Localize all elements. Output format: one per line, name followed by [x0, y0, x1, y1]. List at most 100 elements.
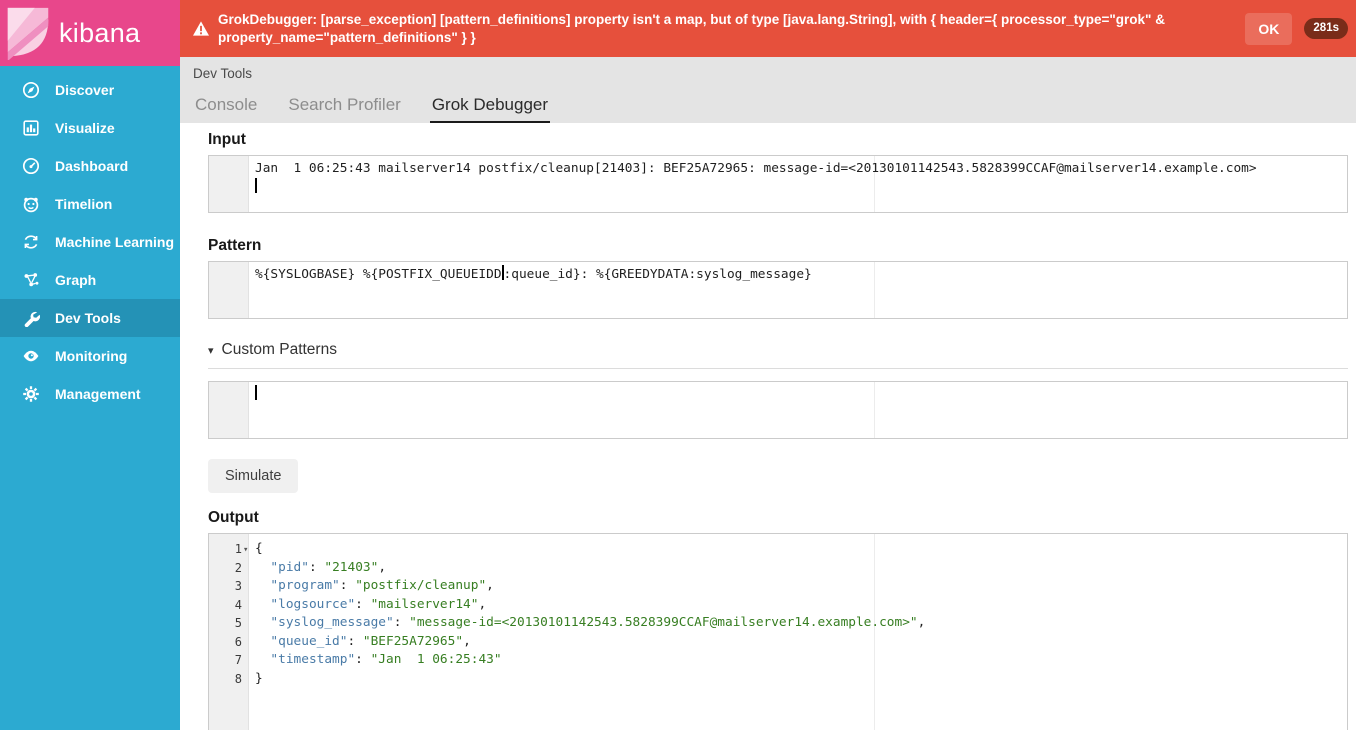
custom-patterns-editor-gutter [209, 382, 249, 438]
pattern-text-before-cursor: %{SYSLOGBASE} %{POSTFIX_QUEUEIDD [255, 267, 502, 282]
json-string: "message-id=<20130101142543.5828399CCAF@… [409, 615, 918, 630]
pattern-text-after-cursor: :queue_id}: %{GREEDYDATA:syslog_message} [504, 267, 812, 282]
custom-patterns-toggle[interactable]: ▾ Custom Patterns [208, 341, 1348, 359]
kibana-app: kibana Discover Visualize Dashboard Timelio… [0, 0, 1356, 730]
tab-console[interactable]: Console [193, 95, 259, 123]
line-number: 1 [209, 540, 242, 559]
tab-bar: Console Search Profiler Grok Debugger [193, 95, 577, 123]
json-punctuation: , [918, 615, 926, 630]
input-line-1: Jan 1 06:25:43 mailserver14 postfix/clea… [255, 159, 1342, 178]
custom-patterns-label: Custom Patterns [222, 341, 337, 359]
input-label: Input [208, 131, 1348, 149]
output-code-line: 6 "queue_id": "BEF25A72965", [255, 633, 1342, 652]
sidebar-item-label: Management [55, 386, 141, 402]
wrench-icon [22, 309, 40, 327]
json-punctuation: : [355, 597, 370, 612]
divider [208, 368, 1348, 369]
chevron-down-icon: ▾ [208, 344, 214, 357]
output-editor[interactable]: 1▾{2 "pid": "21403",3 "program": "postfi… [208, 533, 1348, 730]
json-string: "21403" [324, 560, 378, 575]
sidebar-item-label: Discover [55, 82, 114, 98]
line-number: 6 [209, 633, 242, 652]
breadcrumb: Dev Tools [193, 66, 1356, 81]
bar-chart-icon [22, 119, 40, 137]
json-string: "BEF25A72965" [363, 634, 463, 649]
input-editor[interactable]: Jan 1 06:25:43 mailserver14 postfix/clea… [208, 155, 1348, 213]
json-punctuation: { [255, 541, 263, 556]
sidebar-item-machine-learning[interactable]: Machine Learning [0, 223, 180, 261]
kibana-logo-icon [5, 6, 51, 60]
custom-patterns-editor-code [250, 382, 1347, 407]
fold-caret-icon[interactable]: ▾ [243, 541, 248, 560]
timelion-face-icon [22, 195, 40, 213]
json-string: "Jan 1 06:25:43" [371, 652, 502, 667]
json-string: "mailserver14" [371, 597, 479, 612]
json-punctuation [255, 578, 270, 593]
gear-icon [22, 385, 40, 403]
json-punctuation: , [486, 578, 494, 593]
sidebar-item-label: Monitoring [55, 348, 127, 364]
json-string: "postfix/cleanup" [355, 578, 486, 593]
custom-patterns-editor[interactable] [208, 381, 1348, 439]
json-punctuation: : [340, 578, 355, 593]
line-number: 3 [209, 577, 242, 596]
text-cursor [255, 385, 257, 400]
output-code-line: 4 "logsource": "mailserver14", [255, 596, 1342, 615]
pattern-line-1: %{SYSLOGBASE} %{POSTFIX_QUEUEIDD:queue_i… [255, 265, 1342, 284]
simulate-button[interactable]: Simulate [208, 459, 298, 493]
line-number: 2 [209, 559, 242, 578]
compass-icon [22, 81, 40, 99]
json-punctuation [255, 560, 270, 575]
output-code-line: 5 "syslog_message": "message-id=<2013010… [255, 614, 1342, 633]
sidebar-item-dev-tools[interactable]: Dev Tools [0, 299, 180, 337]
pattern-editor[interactable]: %{SYSLOGBASE} %{POSTFIX_QUEUEIDD:queue_i… [208, 261, 1348, 319]
output-code-line: 8} [255, 670, 1342, 689]
ok-button[interactable]: OK [1245, 13, 1292, 45]
json-punctuation: , [478, 597, 486, 612]
sidebar-item-visualize[interactable]: Visualize [0, 109, 180, 147]
node-graph-icon [22, 271, 40, 289]
json-punctuation: , [378, 560, 386, 575]
json-punctuation: : [309, 560, 324, 575]
output-code-line: 1▾{ [255, 540, 1342, 559]
sidebar-item-timelion[interactable]: Timelion [0, 185, 180, 223]
sidebar-item-label: Timelion [55, 196, 112, 212]
input-editor-gutter [209, 156, 249, 212]
json-punctuation [255, 615, 270, 630]
gauge-icon [22, 157, 40, 175]
sidebar-item-label: Dev Tools [55, 310, 121, 326]
sidebar-item-monitoring[interactable]: Monitoring [0, 337, 180, 375]
tab-search-profiler[interactable]: Search Profiler [286, 95, 402, 123]
dev-tools-header: Dev Tools Console Search Profiler Grok Deb… [180, 57, 1356, 123]
sidebar-item-label: Visualize [55, 120, 115, 136]
sidebar-item-label: Graph [55, 272, 96, 288]
line-number: 8 [209, 670, 242, 689]
sidebar-item-graph[interactable]: Graph [0, 261, 180, 299]
json-key: "timestamp" [270, 652, 355, 667]
pattern-editor-gutter [209, 262, 249, 318]
sidebar-item-label: Dashboard [55, 158, 128, 174]
sidebar-item-label: Machine Learning [55, 234, 174, 250]
kibana-logo[interactable]: kibana [0, 0, 180, 66]
sidebar-item-management[interactable]: Management [0, 375, 180, 413]
input-line-2 [255, 178, 1342, 197]
json-punctuation: : [355, 652, 370, 667]
line-number: 5 [209, 614, 242, 633]
kibana-logo-text: kibana [59, 18, 140, 49]
output-code-line: 3 "program": "postfix/cleanup", [255, 577, 1342, 596]
sidebar-item-dashboard[interactable]: Dashboard [0, 147, 180, 185]
json-key: "syslog_message" [270, 615, 393, 630]
tab-grok-debugger[interactable]: Grok Debugger [430, 95, 550, 123]
eye-icon [22, 347, 40, 365]
json-key: "queue_id" [270, 634, 347, 649]
timer-badge: 281s [1304, 18, 1348, 39]
json-punctuation [255, 597, 270, 612]
text-cursor [255, 178, 257, 193]
json-key: "pid" [270, 560, 309, 575]
sidebar-item-discover[interactable]: Discover [0, 71, 180, 109]
json-key: "logsource" [270, 597, 355, 612]
json-key: "program" [270, 578, 339, 593]
line-number: 7 [209, 651, 242, 670]
custom-patterns-line-1 [255, 385, 1342, 404]
grok-debugger-panel: Input Jan 1 06:25:43 mailserver14 postfi… [180, 123, 1356, 730]
